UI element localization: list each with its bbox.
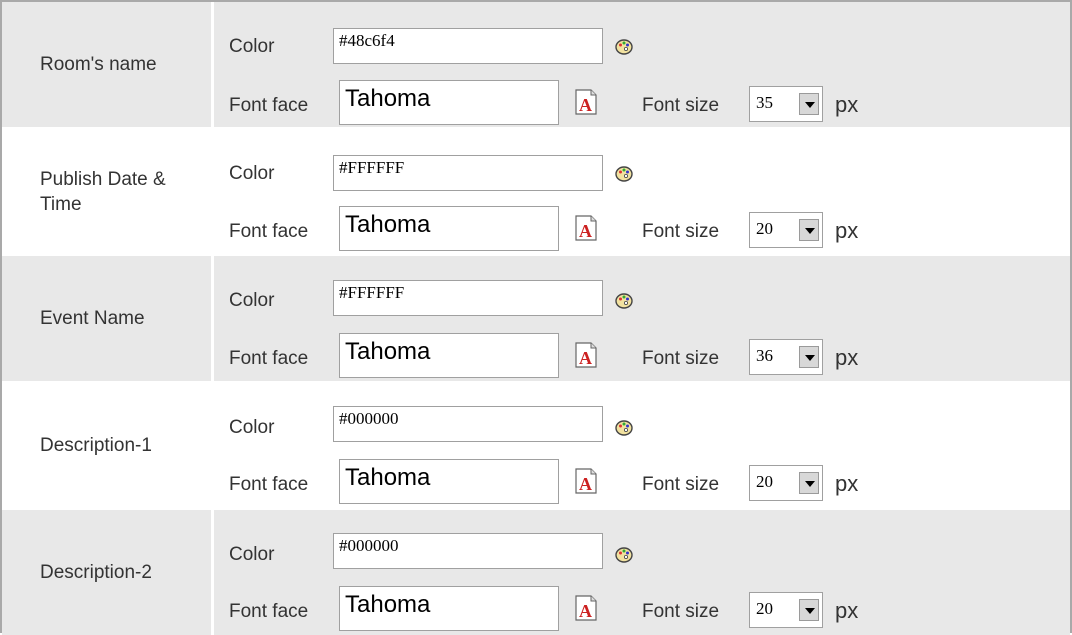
color-field[interactable]: #FFFFFF	[333, 280, 603, 316]
color-label: Color	[229, 36, 275, 57]
font-size-select[interactable]: 36	[749, 339, 823, 375]
row-label: Event Name	[40, 308, 145, 329]
row-label-line: Time	[40, 193, 82, 215]
font-face-label: Font face	[229, 221, 309, 242]
palette-icon[interactable]	[614, 291, 634, 311]
chevron-down-icon[interactable]	[799, 472, 819, 494]
setting-row-description-2: Description-2 Color #000000 Font face Ta…	[2, 510, 1070, 635]
font-size-label: Font size	[642, 601, 720, 622]
font-size-label: Font size	[642, 474, 720, 495]
font-size-value: 20	[756, 472, 773, 491]
row-label-line: Publish Date &	[40, 168, 166, 190]
column-divider	[211, 383, 214, 508]
palette-icon[interactable]	[614, 418, 634, 438]
font-face-field[interactable]: Tahoma	[339, 586, 559, 631]
svg-text:A: A	[579, 601, 592, 621]
unit-label: px	[835, 345, 859, 370]
column-divider	[211, 510, 214, 635]
color-label: Color	[229, 417, 275, 438]
color-label: Color	[229, 544, 275, 565]
font-face-label: Font face	[229, 95, 309, 116]
font-face-field[interactable]: Tahoma	[339, 459, 559, 504]
setting-row-event-name: Event Name Color #FFFFFF Font face Tahom…	[2, 256, 1070, 381]
row-label: Publish Date & Time	[2, 129, 211, 254]
unit-label: px	[835, 92, 859, 117]
chevron-down-icon[interactable]	[799, 599, 819, 621]
row-label: Room's name	[40, 54, 157, 75]
chevron-down-icon[interactable]	[799, 346, 819, 368]
font-face-label: Font face	[229, 601, 309, 622]
chevron-down-icon[interactable]	[799, 93, 819, 115]
setting-row-description-1: Description-1 Color #000000 Font face Ta…	[2, 383, 1070, 508]
setting-row-rooms-name: Room's name Color #48c6f4 Font face Taho…	[2, 2, 1070, 127]
font-face-field[interactable]: Tahoma	[339, 80, 559, 125]
font-face-field[interactable]: Tahoma	[339, 206, 559, 251]
font-size-value: 36	[756, 346, 773, 365]
color-label: Color	[229, 290, 275, 311]
font-size-value: 20	[756, 219, 773, 238]
color-field[interactable]: #000000	[333, 533, 603, 569]
font-face-label: Font face	[229, 474, 309, 495]
column-divider	[211, 129, 214, 254]
font-size-select[interactable]: 20	[749, 592, 823, 628]
chevron-down-icon[interactable]	[799, 219, 819, 241]
font-size-value: 35	[756, 93, 773, 112]
font-size-select[interactable]: 20	[749, 465, 823, 501]
font-size-label: Font size	[642, 221, 720, 242]
font-face-field[interactable]: Tahoma	[339, 333, 559, 378]
font-size-select[interactable]: 20	[749, 212, 823, 248]
palette-icon[interactable]	[614, 545, 634, 565]
color-field[interactable]: #000000	[333, 406, 603, 442]
unit-label: px	[835, 471, 859, 496]
svg-text:A: A	[579, 348, 592, 368]
column-divider	[211, 256, 214, 381]
row-label: Description-2	[40, 562, 152, 583]
palette-icon[interactable]	[614, 164, 634, 184]
unit-label: px	[835, 598, 859, 623]
color-label: Color	[229, 163, 275, 184]
setting-row-publish-date: Publish Date & Time Color #FFFFFF Font f…	[2, 129, 1070, 254]
settings-table: Room's name Color #48c6f4 Font face Taho…	[0, 0, 1072, 635]
font-size-value: 20	[756, 599, 773, 618]
svg-text:A: A	[579, 95, 592, 115]
font-icon[interactable]: A	[573, 214, 599, 242]
unit-label: px	[835, 218, 859, 243]
font-icon[interactable]: A	[573, 341, 599, 369]
row-label: Description-1	[40, 435, 152, 456]
palette-icon[interactable]	[614, 37, 634, 57]
svg-text:A: A	[579, 474, 592, 494]
column-divider	[211, 2, 214, 127]
color-field[interactable]: #FFFFFF	[333, 155, 603, 191]
font-icon[interactable]: A	[573, 594, 599, 622]
font-size-label: Font size	[642, 95, 720, 116]
font-icon[interactable]: A	[573, 88, 599, 116]
font-face-label: Font face	[229, 348, 309, 369]
color-field[interactable]: #48c6f4	[333, 28, 603, 64]
font-size-select[interactable]: 35	[749, 86, 823, 122]
svg-text:A: A	[579, 221, 592, 241]
font-icon[interactable]: A	[573, 467, 599, 495]
font-size-label: Font size	[642, 348, 720, 369]
